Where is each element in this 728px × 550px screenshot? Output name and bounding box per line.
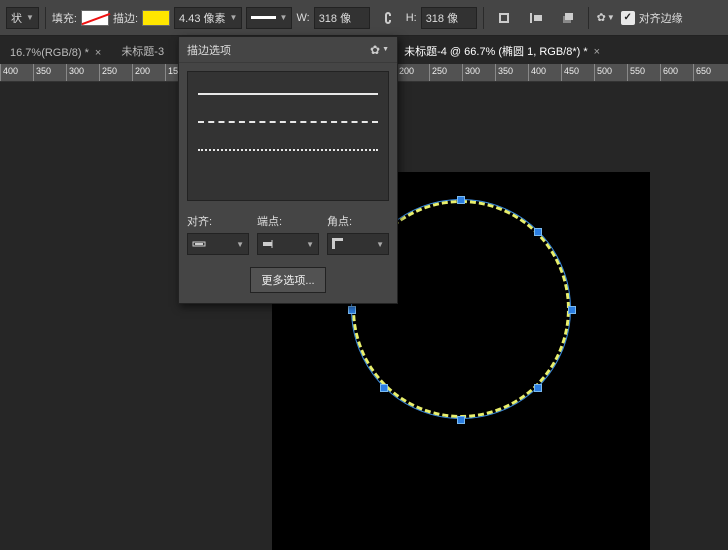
path-align-icon[interactable] (522, 7, 550, 29)
stroke-label: 描边: (113, 10, 138, 26)
corner-miter-icon (332, 238, 346, 250)
ruler-tick: 500 (594, 64, 627, 81)
stroke-style-dotted[interactable] (198, 136, 378, 164)
panel-menu-button[interactable]: ✿▼ (370, 43, 389, 57)
transform-handle[interactable] (568, 306, 576, 314)
stroke-options-panel: 描边选项 ✿▼ 对齐: ▼ 端点: ▼ 角点: ▼ (178, 36, 398, 304)
path-ops-icon[interactable] (490, 7, 518, 29)
align-edges-checkbox[interactable]: ✓ 对齐边缘 (621, 10, 683, 26)
separator (483, 7, 484, 29)
stroke-style-dashed[interactable] (198, 108, 378, 136)
ruler-tick: 250 (99, 64, 132, 81)
shape-mode-select[interactable]: 状▼ (6, 7, 39, 29)
ruler-tick: 350 (33, 64, 66, 81)
fill-label: 填充: (52, 10, 77, 26)
ruler-tick: 300 (66, 64, 99, 81)
transform-handle[interactable] (380, 384, 388, 392)
stroke-swatch[interactable] (142, 10, 170, 26)
chevron-down-icon: ▼ (26, 13, 34, 22)
ruler-tick: 600 (660, 64, 693, 81)
close-icon[interactable]: × (95, 47, 101, 59)
chevron-down-icon: ▼ (280, 13, 288, 22)
transform-handle[interactable] (534, 228, 542, 236)
panel-title: 描边选项 (187, 42, 231, 58)
height-input[interactable] (421, 7, 477, 29)
link-dimensions-icon[interactable] (374, 7, 402, 29)
caps-label: 端点: (257, 213, 319, 229)
ruler-tick: 300 (462, 64, 495, 81)
ruler-tick: 550 (627, 64, 660, 81)
stroke-style-list (187, 71, 389, 201)
chevron-down-icon: ▼ (236, 240, 244, 249)
stroke-style-select[interactable]: ▼ (246, 7, 292, 29)
tab-doc-3[interactable]: 未标题-4 @ 66.7% (椭圆 1, RGB/8*) *× (394, 38, 610, 64)
more-options-button[interactable]: 更多选项... (250, 267, 325, 293)
transform-handle[interactable] (457, 196, 465, 204)
align-edges-label: 对齐边缘 (639, 10, 683, 26)
stroke-style-empty[interactable] (198, 164, 378, 192)
stroke-align-select[interactable]: ▼ (187, 233, 249, 255)
tab-doc-1[interactable]: 16.7%(RGB/8) *× (0, 42, 111, 64)
close-icon[interactable]: × (594, 46, 600, 58)
ruler-tick: 400 (0, 64, 33, 81)
width-input[interactable] (314, 7, 370, 29)
chevron-down-icon: ▼ (376, 240, 384, 249)
ruler-tick: 200 (132, 64, 165, 81)
tab-doc-2[interactable]: 未标题-3 (111, 38, 174, 64)
align-center-icon (192, 238, 206, 250)
ruler-tick: 350 (495, 64, 528, 81)
chevron-down-icon: ▼ (306, 240, 314, 249)
width-label: W: (296, 12, 309, 24)
fill-swatch[interactable] (81, 10, 109, 26)
options-toolbar: 状▼ 填充: 描边: 4.43 像素▼ ▼ W: H: ✿▼ ✓对齐边缘 (0, 0, 728, 36)
transform-handle[interactable] (534, 384, 542, 392)
align-label: 对齐: (187, 213, 249, 229)
cap-butt-icon (262, 238, 276, 250)
ruler-tick: 400 (528, 64, 561, 81)
path-arrange-icon[interactable] (554, 7, 582, 29)
transform-handle[interactable] (348, 306, 356, 314)
separator (45, 7, 46, 29)
height-label: H: (406, 12, 417, 24)
ruler-tick: 450 (561, 64, 594, 81)
transform-handle[interactable] (457, 416, 465, 424)
check-icon: ✓ (621, 11, 635, 25)
stroke-width-input[interactable]: 4.43 像素▼ (174, 7, 242, 29)
shape-mode-label: 状 (11, 10, 22, 26)
stroke-corners-select[interactable]: ▼ (327, 233, 389, 255)
stroke-caps-select[interactable]: ▼ (257, 233, 319, 255)
separator (588, 7, 589, 29)
ruler-tick: 200 (396, 64, 429, 81)
chevron-down-icon: ▼ (230, 13, 238, 22)
stroke-style-solid[interactable] (198, 80, 378, 108)
gear-icon[interactable]: ✿▼ (595, 7, 617, 29)
solid-line-icon (251, 16, 275, 19)
corners-label: 角点: (327, 213, 389, 229)
ruler-tick: 650 (693, 64, 726, 81)
panel-header: 描边选项 ✿▼ (179, 37, 397, 63)
ruler-tick: 250 (429, 64, 462, 81)
